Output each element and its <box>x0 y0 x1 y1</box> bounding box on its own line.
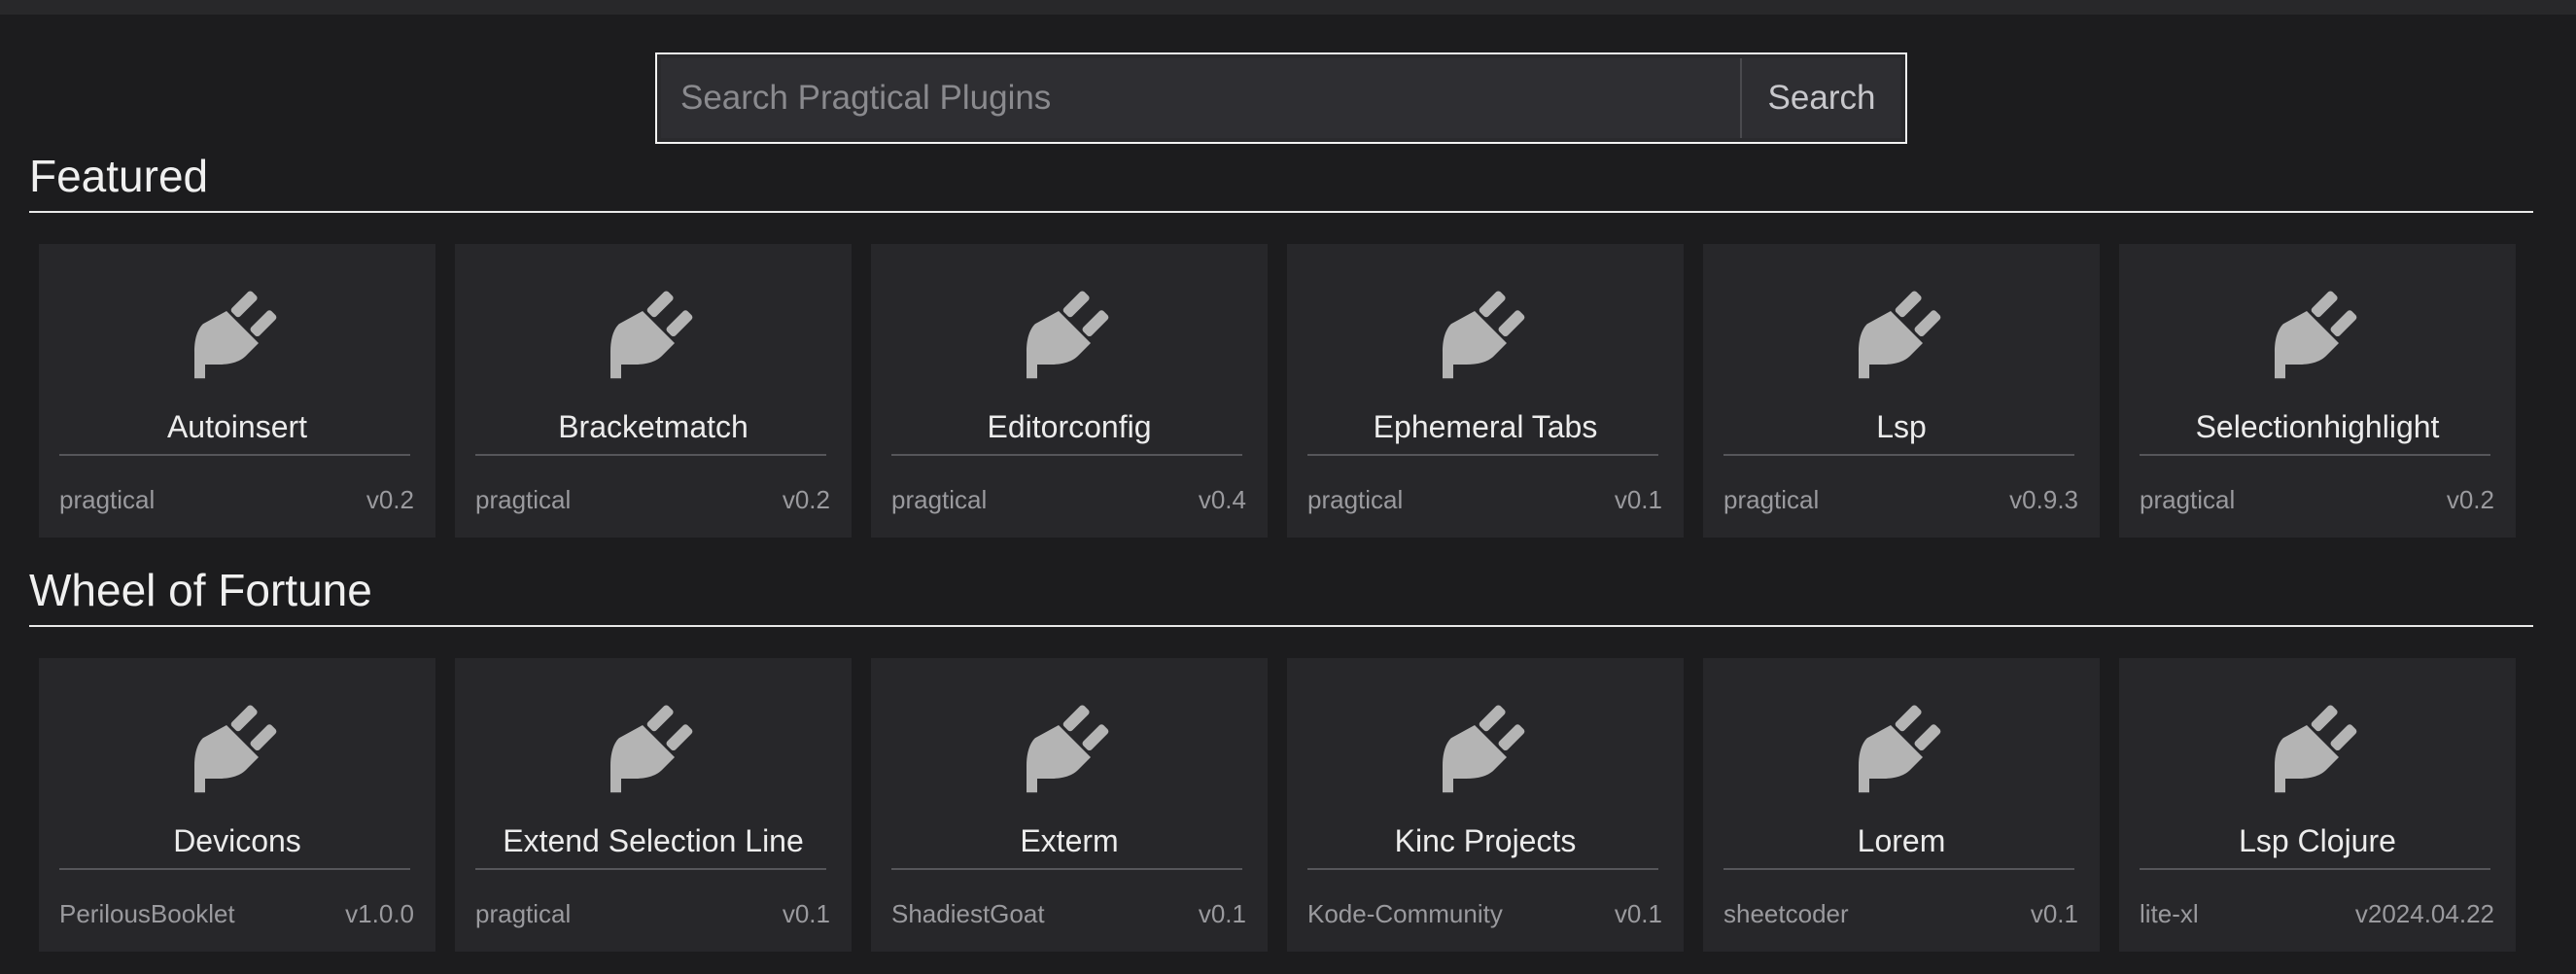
plugin-name: Lorem <box>1857 823 1946 858</box>
plugin-name: Lsp Clojure <box>2239 823 2396 858</box>
plugin-name: Kinc Projects <box>1394 823 1577 858</box>
plugin-card-divider <box>59 868 410 870</box>
plugin-author: Kode-Community <box>1307 899 1503 928</box>
plugin-card-divider <box>891 454 1242 456</box>
plugin-card-divider <box>891 868 1242 870</box>
plugin-card[interactable]: Selectionhighlight pragtical v0.2 <box>2119 244 2516 538</box>
plugin-card-divider <box>2140 454 2490 456</box>
plugin-author: pragtical <box>1723 485 1820 514</box>
plugin-author: pragtical <box>475 899 572 928</box>
plugin-author: pragtical <box>59 485 156 514</box>
plugin-name: Bracketmatch <box>558 409 748 444</box>
plugin-author: ShadiestGoat <box>891 899 1045 928</box>
plugin-card-divider <box>475 454 826 456</box>
plug-icon <box>1859 291 1941 379</box>
plug-icon <box>194 291 277 379</box>
plugin-name: Extend Selection Line <box>503 823 804 858</box>
plugin-name: Devicons <box>173 823 301 858</box>
plugin-version: v0.9.3 <box>2009 485 2078 514</box>
plugin-card[interactable]: Lsp Clojure lite-xl v2024.04.22 <box>2119 658 2516 952</box>
featured-section-divider <box>29 211 2533 213</box>
plugin-name: Editorconfig <box>987 409 1152 444</box>
plugin-card-divider <box>1723 868 2074 870</box>
plugin-card[interactable]: Bracketmatch pragtical v0.2 <box>455 244 852 538</box>
plugin-card-divider <box>1307 454 1658 456</box>
plugin-card[interactable]: Ephemeral Tabs pragtical v0.1 <box>1287 244 1684 538</box>
plugin-author: PerilousBooklet <box>59 899 235 928</box>
plugin-author: pragtical <box>1307 485 1404 514</box>
search-bar: Search <box>655 52 1907 144</box>
plugin-card-divider <box>1307 868 1658 870</box>
plug-icon <box>2275 291 2357 379</box>
search-button[interactable]: Search <box>1742 58 1901 138</box>
plugin-version: v2024.04.22 <box>2354 899 2494 928</box>
plugin-name: Ephemeral Tabs <box>1373 409 1598 444</box>
plugin-author: pragtical <box>475 485 572 514</box>
plugin-card[interactable]: Lorem sheetcoder v0.1 <box>1703 658 2100 952</box>
plugin-card[interactable]: Editorconfig pragtical v0.4 <box>871 244 1268 538</box>
plugin-card-divider <box>59 454 410 456</box>
top-bar <box>0 0 2576 15</box>
plugin-name: Autoinsert <box>166 409 308 444</box>
wheel-section-title: Wheel of Fortune <box>29 565 372 615</box>
plugin-version: v0.4 <box>1198 485 1246 514</box>
plugin-author: sheetcoder <box>1723 899 1849 928</box>
plugin-author: lite-xl <box>2140 899 2199 928</box>
plugin-card[interactable]: Exterm ShadiestGoat v0.1 <box>871 658 1268 952</box>
wheel-plugin-grid: Devicons PerilousBooklet v1.0.0 Extend S… <box>39 658 2516 952</box>
plugin-card[interactable]: Extend Selection Line pragtical v0.1 <box>455 658 852 952</box>
search-input[interactable] <box>661 58 1742 138</box>
plug-icon <box>610 291 693 379</box>
plugin-name: Lsp <box>1876 409 1927 444</box>
featured-plugin-grid: Autoinsert pragtical v0.2 Bracketmatch p… <box>39 244 2516 538</box>
featured-section-title: Featured <box>29 151 209 201</box>
plugin-version: v0.2 <box>2446 485 2494 514</box>
plug-icon <box>2275 705 2357 793</box>
plugin-version: v1.0.0 <box>345 899 414 928</box>
plugin-version: v0.1 <box>1614 485 1662 514</box>
plugin-author: pragtical <box>891 485 988 514</box>
plugin-card[interactable]: Autoinsert pragtical v0.2 <box>39 244 435 538</box>
plugin-name: Exterm <box>1020 823 1119 858</box>
plugin-card[interactable]: Kinc Projects Kode-Community v0.1 <box>1287 658 1684 952</box>
plug-icon <box>194 705 277 793</box>
plugin-card-divider <box>1723 454 2074 456</box>
plugin-card[interactable]: Devicons PerilousBooklet v1.0.0 <box>39 658 435 952</box>
plug-icon <box>610 705 693 793</box>
plugin-card-divider <box>2140 868 2490 870</box>
plug-icon <box>1443 705 1525 793</box>
plug-icon <box>1443 291 1525 379</box>
plugin-version: v0.1 <box>1614 899 1662 928</box>
plugin-name: Selectionhighlight <box>2195 409 2440 444</box>
wheel-section-divider <box>29 625 2533 627</box>
plugin-version: v0.1 <box>782 899 830 928</box>
plugin-version: v0.2 <box>366 485 414 514</box>
plugin-version: v0.2 <box>782 485 830 514</box>
plugin-version: v0.1 <box>1198 899 1246 928</box>
plugin-card[interactable]: Lsp pragtical v0.9.3 <box>1703 244 2100 538</box>
plug-icon <box>1027 705 1109 793</box>
plugin-version: v0.1 <box>2030 899 2078 928</box>
plug-icon <box>1859 705 1941 793</box>
plugin-card-divider <box>475 868 826 870</box>
plugin-author: pragtical <box>2140 485 2236 514</box>
plug-icon <box>1027 291 1109 379</box>
